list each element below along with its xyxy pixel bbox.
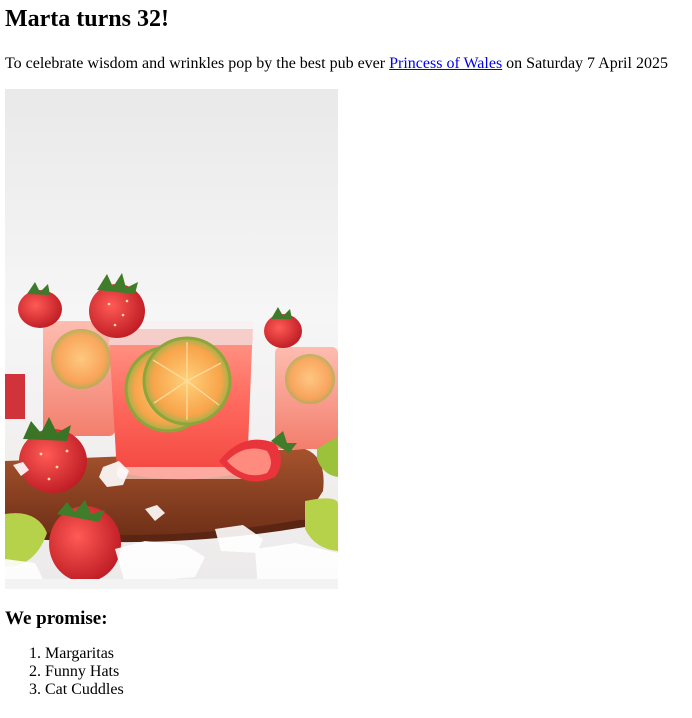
margarita-photo [5,89,338,589]
promise-heading: We promise: [5,608,108,629]
list-item: Funny Hats [45,663,687,681]
pub-link[interactable]: Princess of Wales [389,55,502,72]
page-title: Marta turns 32! [5,6,169,32]
list-item: Cat Cuddles [45,681,687,699]
intro-text-before: To celebrate wisdom and wrinkles pop by … [5,55,390,72]
invite-page: Marta turns 32! To celebrate wisdom and … [0,0,692,699]
intro-text-after: on Saturday 7 April 2025 [502,55,668,72]
intro-paragraph: To celebrate wisdom and wrinkles pop by … [5,32,687,73]
promise-list: Margaritas Funny Hats Cat Cuddles [5,645,687,699]
list-item: Margaritas [45,645,687,663]
